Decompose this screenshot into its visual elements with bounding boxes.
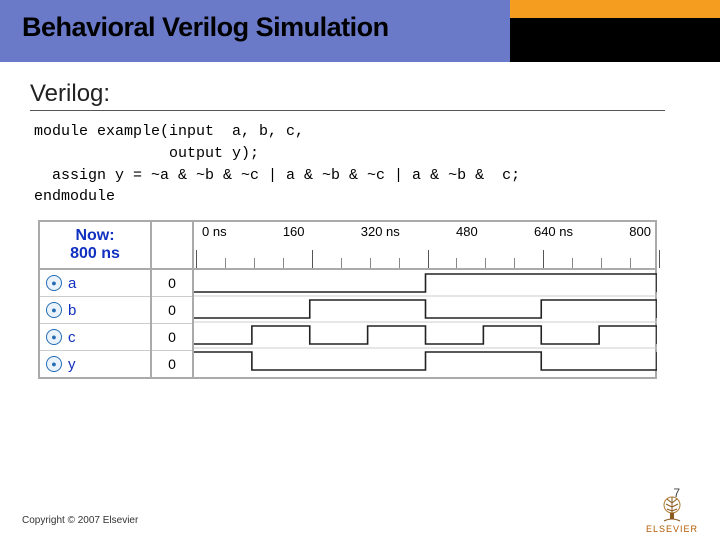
signal-dot-icon: ● [46,275,62,291]
tree-icon [658,495,686,523]
signal-name: a [68,275,76,292]
section-heading: Verilog: [30,80,665,111]
values-header-blank [152,222,192,270]
signal-value: 0 [152,324,192,351]
signal-name: b [68,302,76,319]
ruler-label: 160 [283,224,305,239]
signal-names-column: Now: 800 ns ● a ● b ● c ● y [40,222,152,377]
publisher-logo: ELSEVIER [646,495,698,534]
time-cursor-header: Now: 800 ns [40,222,150,270]
signal-name-row[interactable]: ● c [40,324,150,351]
signal-value: 0 [152,351,192,377]
publisher-name: ELSEVIER [646,524,698,534]
signal-name: c [68,329,76,346]
page-title: Behavioral Verilog Simulation [22,12,389,43]
waveform-column: 0 ns 160 320 ns 480 640 ns 800 [194,222,655,377]
code-block: module example(input a, b, c, output y);… [34,121,690,208]
title-bg-orange [510,0,720,18]
ruler-label: 800 [629,224,651,239]
time-ruler: 0 ns 160 320 ns 480 640 ns 800 [194,222,655,270]
signal-dot-icon: ● [46,302,62,318]
signal-name-row[interactable]: ● b [40,297,150,324]
ruler-label: 0 ns [202,224,227,239]
title-bar: Behavioral Verilog Simulation [0,0,720,62]
signal-name-row[interactable]: ● a [40,270,150,297]
signal-dot-icon: ● [46,329,62,345]
signal-value: 0 [152,270,192,297]
now-time: 800 ns [70,245,120,263]
signal-value: 0 [152,297,192,324]
signal-values-column: 0 0 0 0 [152,222,194,377]
title-bg-black [510,18,720,62]
copyright-footer: Copyright © 2007 Elsevier [22,515,138,526]
signal-dot-icon: ● [46,356,62,372]
signal-name: y [68,356,76,373]
waveform-viewer: Now: 800 ns ● a ● b ● c ● y [38,220,690,379]
signal-name-row[interactable]: ● y [40,351,150,377]
ruler-label: 320 ns [361,224,400,239]
waveform-area [194,270,655,374]
ruler-label: 640 ns [534,224,573,239]
now-label: Now: [75,227,114,245]
ruler-label: 480 [456,224,478,239]
